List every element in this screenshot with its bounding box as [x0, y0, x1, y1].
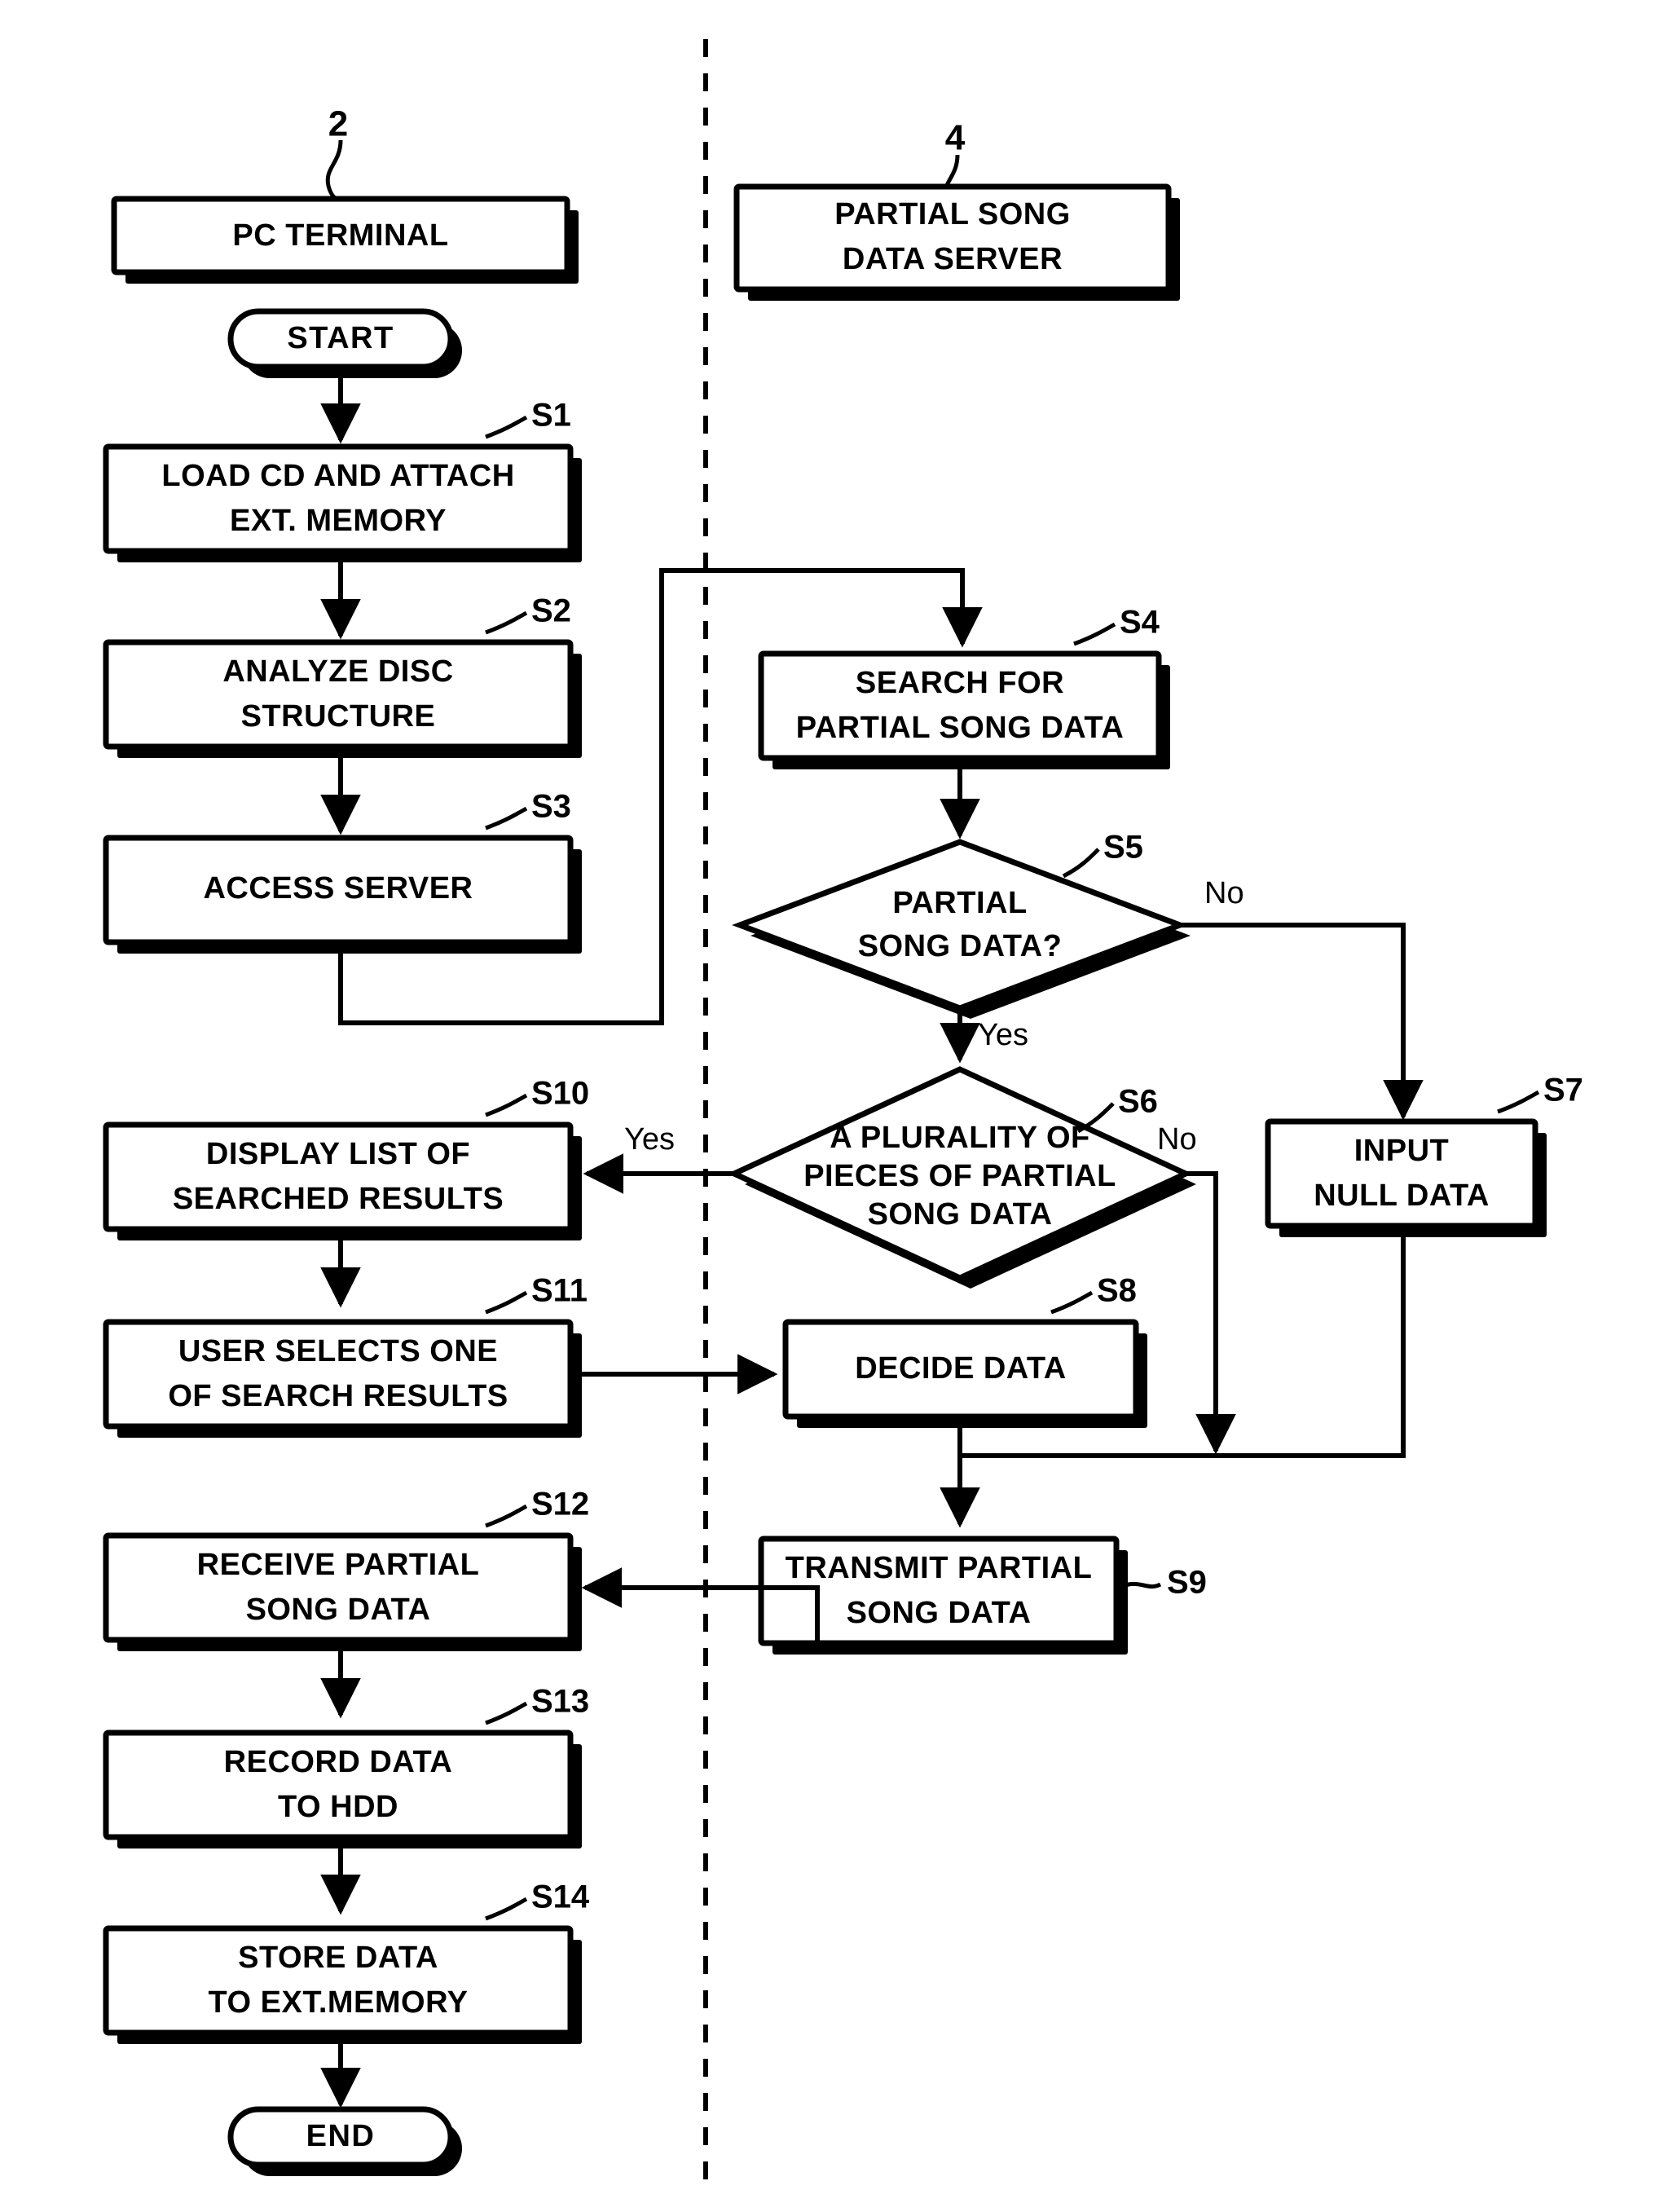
process-box-s1: LOAD CD AND ATTACH EXT. MEMORY S1 — [103, 398, 582, 562]
process-box-s2: ANALYZE DISC STRUCTURE S2 — [103, 593, 582, 758]
s5-line2: SONG DATA? — [858, 929, 1063, 963]
flowchart-canvas: 2 PC TERMINAL 4 PARTIAL SONG DATA SERVER… — [103, 39, 1583, 2192]
step-label-s10: S10 — [531, 1076, 589, 1112]
ref-number-2: 2 — [328, 104, 348, 144]
s6-line3: SONG DATA — [868, 1197, 1053, 1232]
s10-line2: SEARCHED RESULTS — [173, 1182, 504, 1216]
ref-number-4: 4 — [945, 118, 966, 158]
step-label-s14: S14 — [531, 1879, 590, 1915]
s6-line2: PIECES OF PARTIAL — [803, 1159, 1116, 1193]
step-label-s8: S8 — [1097, 1273, 1137, 1309]
s13-line1: RECORD DATA — [224, 1745, 453, 1779]
step-label-s1: S1 — [531, 398, 571, 434]
server-header-line2: DATA SERVER — [843, 242, 1063, 276]
process-box-s13: RECORD DATA TO HDD S13 — [103, 1684, 589, 1848]
start-label: START — [287, 321, 394, 355]
step-label-s7: S7 — [1543, 1073, 1583, 1108]
s8-line1: DECIDE DATA — [855, 1351, 1067, 1386]
s11-line2: OF SEARCH RESULTS — [168, 1379, 508, 1413]
edge-s5-no-to-s7 — [1180, 923, 1424, 1121]
terminator-end: END — [227, 2106, 462, 2176]
s14-line2: TO EXT.MEMORY — [209, 1985, 469, 2020]
terminator-start: START — [227, 308, 462, 378]
s13-line2: TO HDD — [278, 1790, 398, 1824]
s9-line1: TRANSMIT PARTIAL — [786, 1551, 1093, 1585]
step-label-s13: S13 — [531, 1684, 589, 1720]
lane-header-partial-song-data-server: 4 PARTIAL SONG DATA SERVER — [733, 118, 1180, 301]
decision-diamond-s6: A PLURALITY OF PIECES OF PARTIAL SONG DA… — [727, 1066, 1196, 1289]
s12-line2: SONG DATA — [246, 1593, 431, 1627]
s4-line1: SEARCH FOR — [856, 666, 1064, 700]
s6-line1: A PLURALITY OF — [830, 1121, 1089, 1155]
s2-line1: ANALYZE DISC — [222, 654, 453, 689]
process-box-s14: STORE DATA TO EXT.MEMORY S14 — [103, 1879, 590, 2044]
s11-line1: USER SELECTS ONE — [178, 1334, 498, 1368]
patent-flowchart-figure: 2 PC TERMINAL 4 PARTIAL SONG DATA SERVER… — [0, 0, 1655, 2212]
pc-terminal-header-label: PC TERMINAL — [232, 218, 448, 253]
process-box-s4: SEARCH FOR PARTIAL SONG DATA S4 — [758, 605, 1170, 769]
s12-line1: RECEIVE PARTIAL — [197, 1548, 480, 1582]
process-box-s10: DISPLAY LIST OF SEARCHED RESULTS S10 — [103, 1076, 589, 1240]
process-box-s12: RECEIVE PARTIAL SONG DATA S12 — [103, 1487, 589, 1651]
s7-line2: NULL DATA — [1314, 1179, 1490, 1213]
s4-line2: PARTIAL SONG DATA — [796, 711, 1125, 745]
s9-line2: SONG DATA — [847, 1596, 1032, 1630]
step-label-s4: S4 — [1120, 605, 1160, 641]
s10-line1: DISPLAY LIST OF — [206, 1137, 470, 1171]
branch-label-s5-no: No — [1204, 876, 1244, 910]
step-label-s6: S6 — [1118, 1084, 1158, 1120]
lane-header-pc-terminal: 2 PC TERMINAL — [111, 104, 579, 284]
s2-line2: STRUCTURE — [241, 699, 436, 734]
step-label-s5: S5 — [1103, 830, 1143, 866]
server-header-line1: PARTIAL SONG — [834, 197, 1071, 231]
s1-line2: EXT. MEMORY — [230, 504, 447, 538]
s5-line1: PARTIAL — [892, 886, 1027, 920]
decision-diamond-s5: PARTIAL SONG DATA? S5 — [732, 830, 1191, 1019]
branch-label-s6-no: No — [1157, 1122, 1197, 1157]
branch-label-s6-yes: Yes — [624, 1122, 675, 1157]
step-label-s11: S11 — [531, 1273, 588, 1309]
step-label-s12: S12 — [531, 1487, 589, 1522]
step-label-s9: S9 — [1167, 1565, 1207, 1601]
s7-line1: INPUT — [1354, 1134, 1450, 1168]
s3-line1: ACCESS SERVER — [203, 871, 473, 906]
step-label-s3: S3 — [531, 789, 571, 825]
step-label-s2: S2 — [531, 593, 571, 629]
s1-line1: LOAD CD AND ATTACH — [161, 459, 514, 493]
process-box-s3: ACCESS SERVER S3 — [103, 789, 582, 954]
branch-label-s5-yes: Yes — [978, 1018, 1028, 1052]
end-label: END — [306, 2119, 376, 2153]
process-box-s9: TRANSMIT PARTIAL SONG DATA S9 — [758, 1536, 1207, 1655]
process-box-s8: DECIDE DATA S8 — [782, 1273, 1147, 1428]
edge-s6-no-to-merge — [1186, 1171, 1236, 1455]
process-box-s7: INPUT NULL DATA S7 — [1265, 1073, 1583, 1237]
s14-line1: STORE DATA — [238, 1941, 438, 1975]
process-box-s11: USER SELECTS ONE OF SEARCH RESULTS S11 — [103, 1273, 588, 1438]
